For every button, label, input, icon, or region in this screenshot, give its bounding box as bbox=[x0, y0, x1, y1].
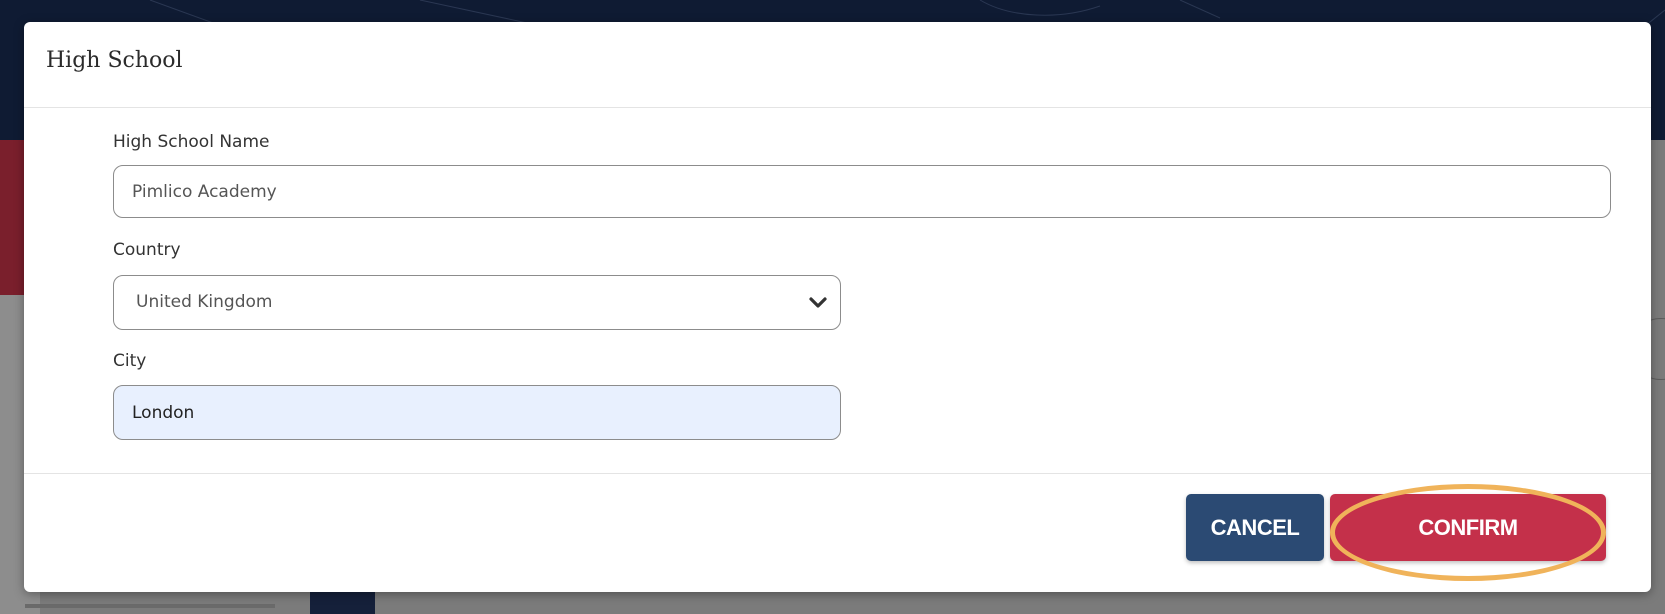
confirm-button[interactable]: CONFIRM bbox=[1330, 494, 1606, 561]
dialog-title: High School bbox=[46, 48, 183, 73]
cancel-button[interactable]: CANCEL bbox=[1186, 494, 1324, 561]
country-select-value: United Kingdom bbox=[136, 292, 273, 312]
school-name-input[interactable] bbox=[113, 165, 1611, 218]
school-name-label: High School Name bbox=[113, 132, 270, 152]
country-label: Country bbox=[113, 240, 181, 260]
city-input[interactable] bbox=[113, 385, 841, 440]
dialog-header: High School bbox=[24, 22, 1651, 108]
background-bar bbox=[25, 604, 275, 608]
chevron-down-icon bbox=[809, 297, 827, 308]
city-label: City bbox=[113, 351, 147, 371]
country-select[interactable]: United Kingdom bbox=[113, 275, 841, 330]
